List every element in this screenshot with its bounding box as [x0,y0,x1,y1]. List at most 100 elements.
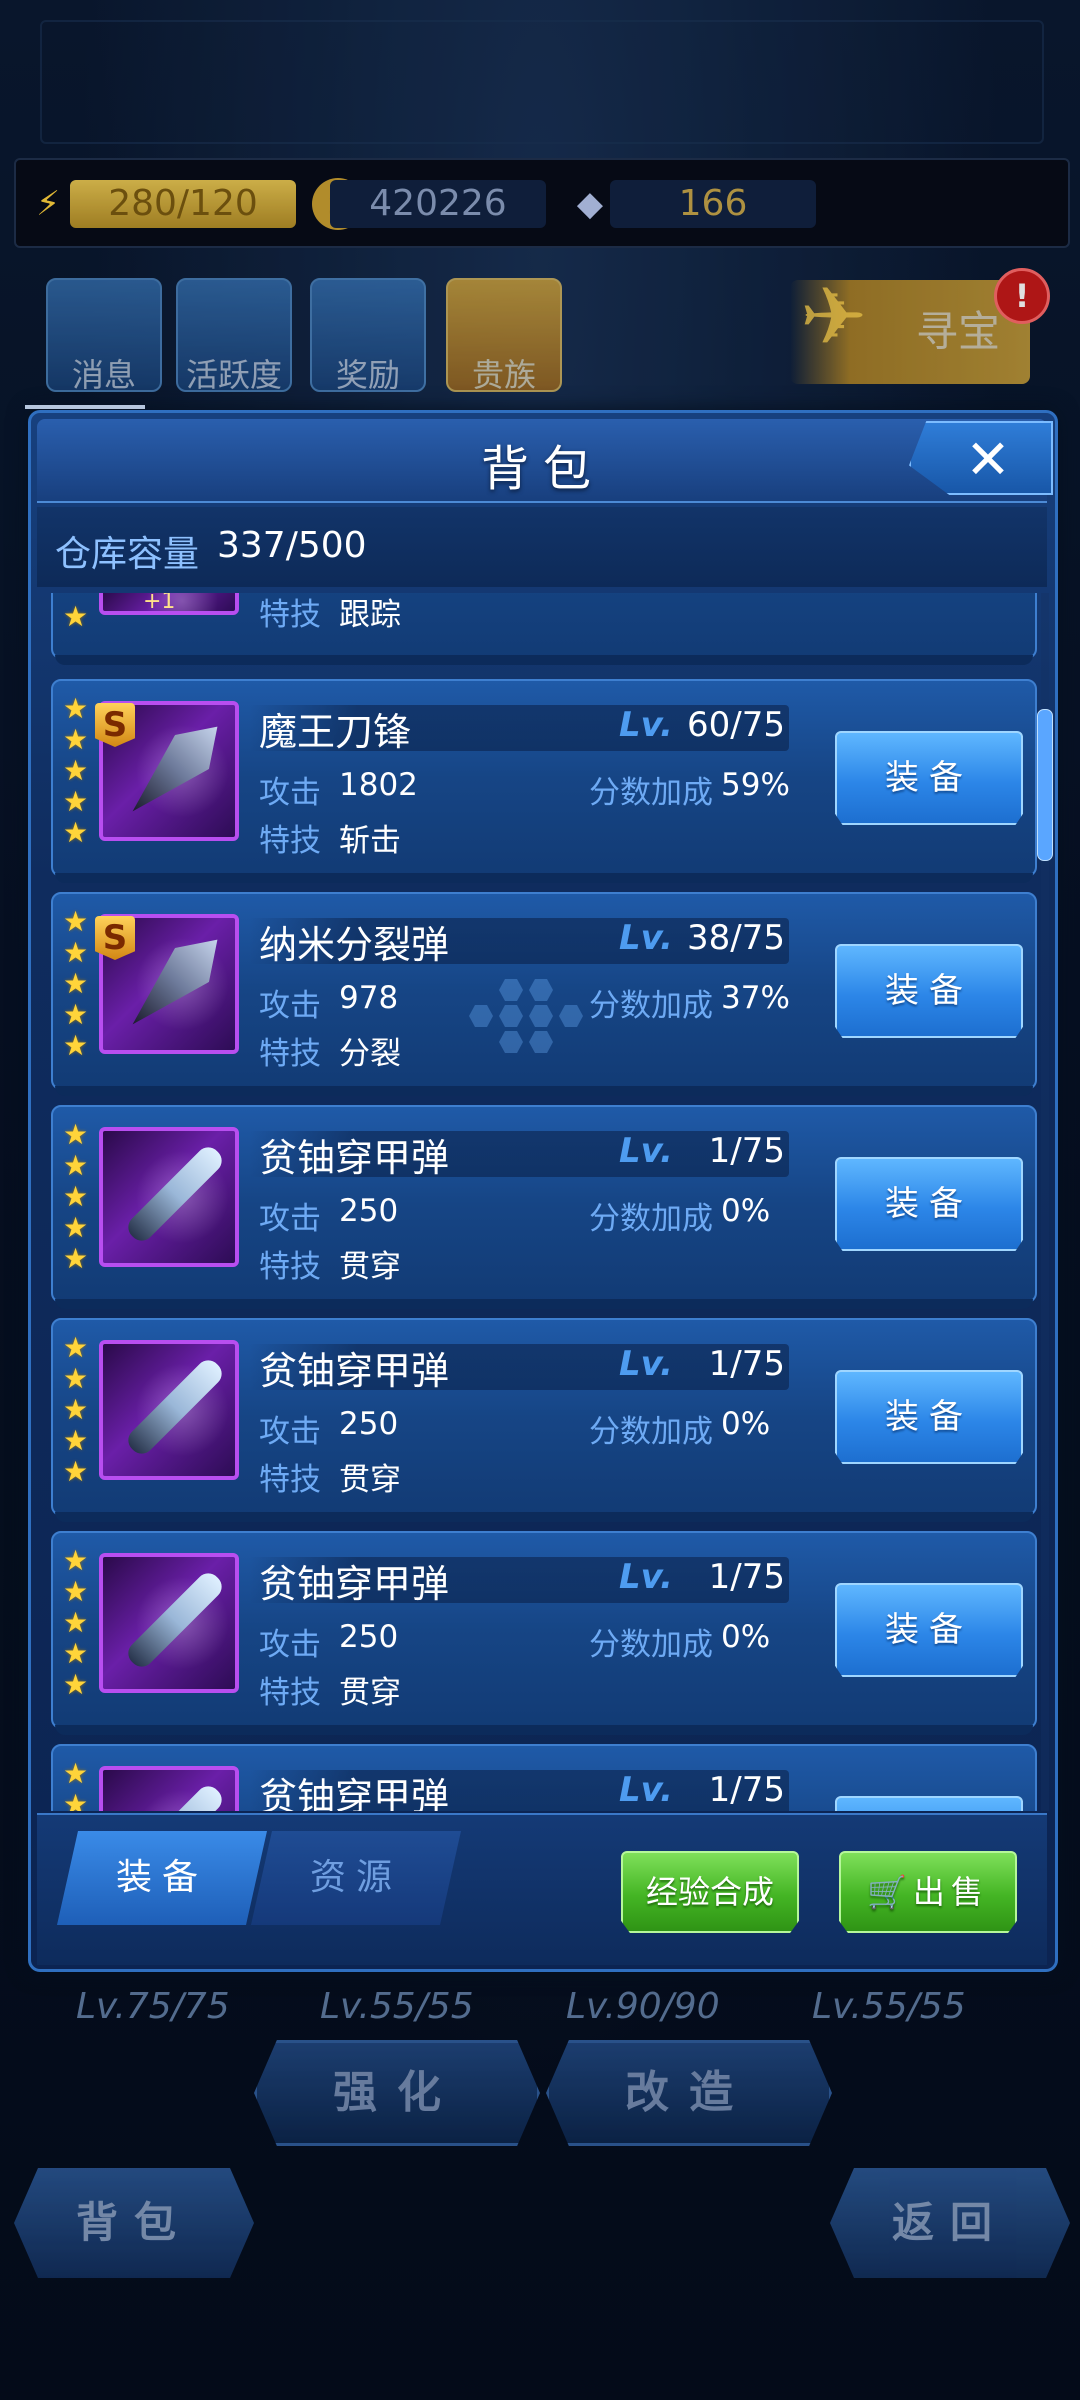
star-icon: ★ [63,1455,89,1488]
bonus-value: 37% [721,980,790,1016]
backpack-dialog: 背包 ✕ 仓库容量 337/500 ★ +1 特技 跟踪 ★ ★ ★ ★ ★ S 魔王刀… [25,405,1058,1972]
item-name: 贫铀穿甲弹 [259,1136,450,1180]
dialog-footer: 装备 资源 经验合成 🛒 出售 [37,1813,1047,1965]
star-rating: ★ [63,601,95,632]
attack-label: 攻击 [259,1414,321,1450]
star-rating: ★ ★ ★ ★ ★ [63,1119,95,1274]
list-item[interactable]: ★ ★ ★ ★ ★ 贫铀穿甲弹 Lv. 1/75 攻击 250 分数加成 0% 特技 贯… [51,1318,1037,1522]
star-icon: ★ [63,785,89,818]
skill-value: 贯穿 [339,1249,401,1285]
star-icon: ★ [63,998,89,1031]
skill-value: 斩击 [339,823,401,859]
capacity-label: 仓库容量 [55,534,200,575]
equip-button[interactable]: 装备 [835,944,1023,1038]
cart-icon: 🛒 [867,1873,907,1911]
bonus-label: 分数加成 [589,1414,713,1450]
star-rating: ★ ★ ★ ★ ★ [63,693,95,848]
attack-value: 1802 [339,767,418,803]
star-icon: ★ [63,754,89,787]
star-rating: ★ ★ ★ ★ ★ [63,906,95,1061]
equip-button[interactable] [835,1796,1023,1811]
level-value: 1/75 [708,1770,785,1810]
star-icon: ★ [63,1393,89,1426]
equip-button[interactable]: 装备 [835,1370,1023,1464]
star-icon: ★ [63,967,89,1000]
attack-label: 攻击 [259,1627,321,1663]
skill-label: 特技 [259,1249,321,1285]
loading-hex-decoration [469,979,583,1053]
scrollbar-thumb[interactable] [1037,709,1053,861]
equip-button[interactable]: 装备 [835,731,1023,825]
list-item[interactable]: ★ ★ ★ ★ ★ 贫铀穿甲弹 Lv. 1/75 攻击 250 分数加成 0% 特技 贯… [51,1531,1037,1735]
bonus-label: 分数加成 [589,1201,713,1237]
level-value: 38/75 [687,918,785,958]
skill-label: 特技 [259,823,321,859]
item-thumbnail [99,1127,239,1267]
bonus-label: 分数加成 [589,775,713,811]
missile-icon [123,1355,227,1459]
attack-value: 250 [339,1406,399,1442]
bonus-value: 0% [721,1193,771,1229]
level-value: 60/75 [687,705,785,745]
item-thumbnail [99,1766,239,1811]
bonus-value: 0% [721,1619,771,1655]
item-thumbnail: +1 [99,593,239,615]
missile-icon [123,1142,227,1246]
item-name: 贫铀穿甲弹 [259,1349,450,1393]
bonus-label: 分数加成 [589,1627,713,1663]
sell-button[interactable]: 🛒 出售 [839,1851,1017,1933]
equip-button[interactable]: 装备 [835,1157,1023,1251]
star-icon: ★ [63,723,89,756]
exp-merge-button[interactable]: 经验合成 [621,1851,799,1933]
list-item[interactable]: ★ ★ 贫铀穿甲弹 Lv. 1/75 [51,1744,1037,1811]
level-value: 1/75 [708,1131,785,1171]
star-rating: ★ ★ ★ ★ ★ [63,1332,95,1487]
attack-label: 攻击 [259,775,321,811]
star-icon: ★ [63,1149,89,1182]
star-rating: ★ ★ [63,1758,95,1811]
item-list[interactable]: ★ +1 特技 跟踪 ★ ★ ★ ★ ★ S 魔王刀锋 Lv. 60/75 攻击 180… [41,593,1041,1811]
item-name: 贫铀穿甲弹 [259,1562,450,1606]
star-icon: ★ [63,1606,89,1639]
attack-value: 250 [339,1193,399,1229]
list-item[interactable]: ★ ★ ★ ★ ★ 贫铀穿甲弹 Lv. 1/75 攻击 250 分数加成 0% 特技 贯… [51,1105,1037,1309]
capacity-row: 仓库容量 337/500 [37,507,1047,587]
star-icon: ★ [63,936,89,969]
item-thumbnail [99,1553,239,1693]
star-icon: ★ [63,1118,89,1151]
star-icon: ★ [63,1029,89,1062]
star-icon: ★ [63,1362,89,1395]
skill-value: 跟踪 [339,597,401,633]
tab-resources[interactable]: 资源 [251,1831,461,1925]
missile-icon [123,1781,227,1811]
item-name: 魔王刀锋 [259,710,412,754]
grade-badge: S [95,703,135,747]
bonus-value: 59% [721,767,790,803]
dialog-title: 背包 [480,441,605,497]
bonus-value: 0% [721,1406,771,1442]
list-item[interactable]: ★ ★ ★ ★ ★ S 魔王刀锋 Lv. 60/75 攻击 1802 分数加成 59% … [51,679,1037,883]
skill-value: 贯穿 [339,1462,401,1498]
sell-label: 出售 [912,1873,989,1911]
star-icon: ★ [63,1757,89,1790]
attack-label: 攻击 [259,1201,321,1237]
tab-equipment[interactable]: 装备 [57,1831,267,1925]
skill-label: 特技 [259,1462,321,1498]
item-name: 贫铀穿甲弹 [259,1775,450,1811]
attack-value: 250 [339,1619,399,1655]
star-icon: ★ [63,1788,89,1811]
attack-label: 攻击 [259,988,321,1024]
bonus-label: 分数加成 [589,988,713,1024]
star-icon: ★ [63,816,89,849]
star-icon: ★ [63,600,89,633]
item-thumbnail [99,1340,239,1480]
star-icon: ★ [63,905,89,938]
attack-value: 978 [339,980,399,1016]
close-icon: ✕ [965,428,1011,491]
capacity-value: 337/500 [217,525,367,566]
star-icon: ★ [63,692,89,725]
skill-label: 特技 [259,597,321,633]
equip-button[interactable]: 装备 [835,1583,1023,1677]
list-item[interactable]: ★ +1 特技 跟踪 [51,593,1037,665]
skill-label: 特技 [259,1036,321,1072]
